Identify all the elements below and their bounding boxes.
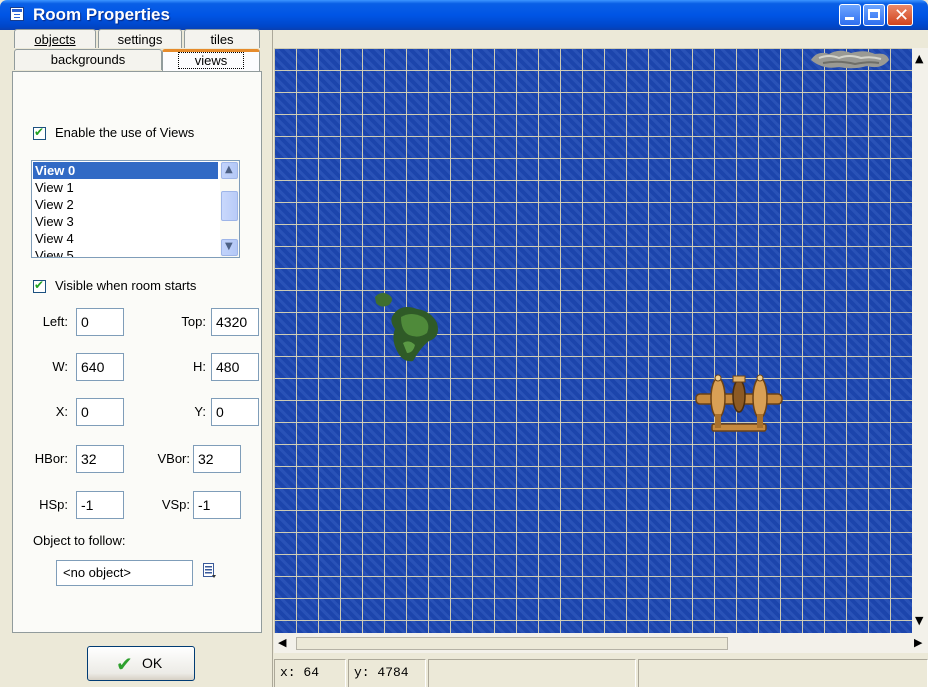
- x-field[interactable]: 0: [76, 398, 124, 426]
- height-label: H:: [193, 359, 206, 374]
- tab-settings-label: settings: [117, 32, 163, 47]
- island-sprite: [375, 292, 438, 362]
- tab-tiles-label: tiles: [210, 32, 234, 47]
- room-horizontal-scrollbar[interactable]: ◀ ▶: [274, 633, 928, 653]
- left-label: Left:: [42, 314, 68, 329]
- tab-settings[interactable]: settings: [98, 29, 182, 48]
- visible-label: Visible when room starts: [55, 278, 197, 293]
- views-tab-page: [12, 71, 262, 633]
- y-label: Y:: [194, 404, 206, 419]
- maximize-icon: [868, 9, 880, 20]
- scroll-right-icon[interactable]: ▶: [914, 636, 922, 649]
- hsp-label: HSp:: [39, 497, 68, 512]
- y-field[interactable]: 0: [211, 398, 259, 426]
- list-item[interactable]: View 0: [33, 162, 218, 179]
- list-menu-icon[interactable]: [203, 562, 217, 580]
- tab-views-label: views: [177, 52, 245, 69]
- tab-views[interactable]: views: [162, 49, 260, 72]
- status-x: x: 64: [274, 659, 346, 687]
- rock-sprite: [811, 50, 889, 69]
- tab-objects-label: objects: [34, 32, 76, 47]
- vsp-label: VSp:: [161, 497, 190, 512]
- tab-backgrounds[interactable]: backgrounds: [14, 49, 162, 70]
- top-field[interactable]: 4320: [211, 308, 259, 336]
- window-icon: [10, 7, 24, 21]
- scroll-down-icon[interactable]: ▼: [915, 614, 923, 627]
- hbor-field[interactable]: 32: [76, 445, 124, 473]
- close-icon: ✕: [894, 5, 910, 26]
- list-item[interactable]: View 3: [33, 213, 218, 230]
- scroll-down-button[interactable]: ▼: [221, 239, 238, 256]
- room-vertical-scrollbar[interactable]: ▲ ▼: [912, 48, 928, 633]
- top-label: Top:: [181, 314, 206, 329]
- ok-button[interactable]: ✔ OK: [87, 646, 195, 681]
- tab-objects[interactable]: objects: [14, 29, 96, 48]
- room-canvas[interactable]: [274, 48, 912, 633]
- list-item[interactable]: View 1: [33, 179, 218, 196]
- title-bar[interactable]: Room Properties ✕: [0, 0, 928, 30]
- width-label: W:: [52, 359, 68, 374]
- hsp-field[interactable]: -1: [76, 491, 124, 519]
- minimize-icon: [845, 17, 854, 20]
- vbor-field[interactable]: 32: [193, 445, 241, 473]
- view-list[interactable]: View 0 View 1 View 2 View 3 View 4 View …: [31, 160, 240, 258]
- height-field[interactable]: 480: [211, 353, 259, 381]
- status-bar: x: 64 y: 4784: [274, 655, 928, 687]
- tab-backgrounds-label: backgrounds: [50, 52, 126, 67]
- enable-views-checkbox[interactable]: [33, 125, 46, 140]
- width-field[interactable]: 640: [76, 353, 124, 381]
- scroll-up-button[interactable]: ▲: [221, 162, 238, 179]
- maximize-button[interactable]: [863, 4, 885, 26]
- plane-sprite: [695, 374, 783, 432]
- ok-button-label: OK: [142, 655, 163, 671]
- tab-tiles[interactable]: tiles: [184, 29, 260, 48]
- scroll-left-icon[interactable]: ◀: [278, 636, 286, 649]
- hbor-label: HBor:: [34, 451, 68, 466]
- chevron-up-icon: ▲: [225, 164, 233, 175]
- object-to-follow-label: Object to follow:: [33, 533, 126, 548]
- list-item[interactable]: View 4: [33, 230, 218, 247]
- close-button[interactable]: ✕: [887, 4, 913, 26]
- object-to-follow-field[interactable]: <no object>: [56, 560, 193, 586]
- list-item[interactable]: View 5: [33, 247, 218, 257]
- x-label: X:: [55, 404, 68, 419]
- window-title: Room Properties: [33, 5, 170, 24]
- horizontal-scroll-thumb[interactable]: [296, 637, 728, 650]
- status-panel-3: [428, 659, 636, 687]
- status-y: y: 4784: [348, 659, 426, 687]
- left-field[interactable]: 0: [76, 308, 124, 336]
- list-item[interactable]: View 2: [33, 196, 218, 213]
- view-list-scrollbar[interactable]: ▲ ▼: [220, 161, 239, 257]
- vbor-label: VBor:: [157, 451, 190, 466]
- enable-views-label: Enable the use of Views: [55, 125, 195, 140]
- scroll-up-icon[interactable]: ▲: [915, 52, 923, 65]
- scroll-thumb[interactable]: [221, 191, 238, 221]
- vsp-field[interactable]: -1: [193, 491, 241, 519]
- chevron-down-icon: ▼: [225, 241, 233, 252]
- minimize-button[interactable]: [839, 4, 861, 26]
- visible-checkbox[interactable]: [33, 278, 46, 293]
- status-panel-4: [638, 659, 928, 687]
- check-icon: ✔: [116, 652, 133, 676]
